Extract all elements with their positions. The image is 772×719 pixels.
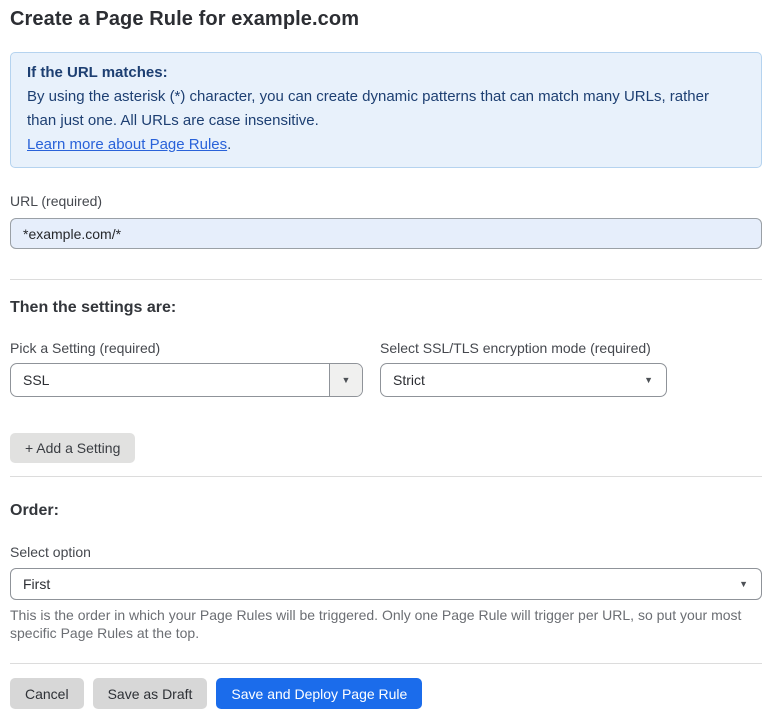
ssl-mode-column: Select SSL/TLS encryption mode (required… [380, 340, 667, 397]
info-box-link-line: Learn more about Page Rules. [27, 133, 745, 157]
settings-section-heading: Then the settings are: [10, 299, 177, 316]
ssl-mode-select[interactable]: Strict ▼ [380, 363, 667, 397]
setting-select-value: SSL [23, 372, 50, 388]
ssl-mode-select-value: Strict [393, 372, 425, 388]
settings-grid: Pick a Setting (required) SSL ▼ Select S… [10, 340, 762, 397]
setting-select[interactable]: SSL ▼ [10, 363, 363, 397]
order-select-label: Select option [10, 544, 91, 560]
setting-select-label: Pick a Setting (required) [10, 340, 161, 356]
divider [10, 279, 762, 280]
chevron-down-glyph: ▼ [644, 374, 653, 385]
learn-more-link[interactable]: Learn more about Page Rules [27, 136, 227, 153]
link-period: . [227, 136, 232, 153]
save-and-deploy-button[interactable]: Save and Deploy Page Rule [216, 678, 423, 709]
divider [10, 663, 762, 664]
setting-picker-column: Pick a Setting (required) SSL ▼ [10, 340, 363, 397]
save-as-draft-button[interactable]: Save as Draft [92, 678, 208, 709]
chevron-down-icon: ▼ [726, 569, 761, 599]
info-box-body: By using the asterisk (*) character, you… [27, 88, 709, 129]
divider [10, 476, 762, 477]
chevron-down-icon: ▼ [329, 364, 362, 396]
ssl-mode-select-label: Select SSL/TLS encryption mode (required… [380, 340, 651, 356]
order-section-heading: Order: [10, 502, 59, 519]
order-select-value: First [23, 576, 51, 592]
page-rule-form: Create a Page Rule for example.com If th… [0, 8, 772, 709]
chevron-down-icon: ▼ [631, 364, 666, 396]
order-help-text: This is the order in which your Page Rul… [10, 607, 742, 641]
cancel-button[interactable]: Cancel [10, 678, 84, 709]
page-title: Create a Page Rule for example.com [10, 8, 360, 30]
footer-actions: Cancel Save as Draft Save and Deploy Pag… [10, 678, 762, 709]
chevron-down-glyph: ▼ [739, 578, 748, 589]
url-match-info-box: If the URL matches: By using the asteris… [10, 52, 762, 168]
chevron-down-glyph: ▼ [341, 374, 351, 385]
url-field-label: URL (required) [10, 193, 103, 209]
info-box-heading: If the URL matches: [27, 64, 168, 81]
url-input[interactable] [10, 218, 762, 249]
add-setting-button[interactable]: + Add a Setting [10, 433, 136, 463]
order-select[interactable]: First ▼ [10, 568, 762, 600]
